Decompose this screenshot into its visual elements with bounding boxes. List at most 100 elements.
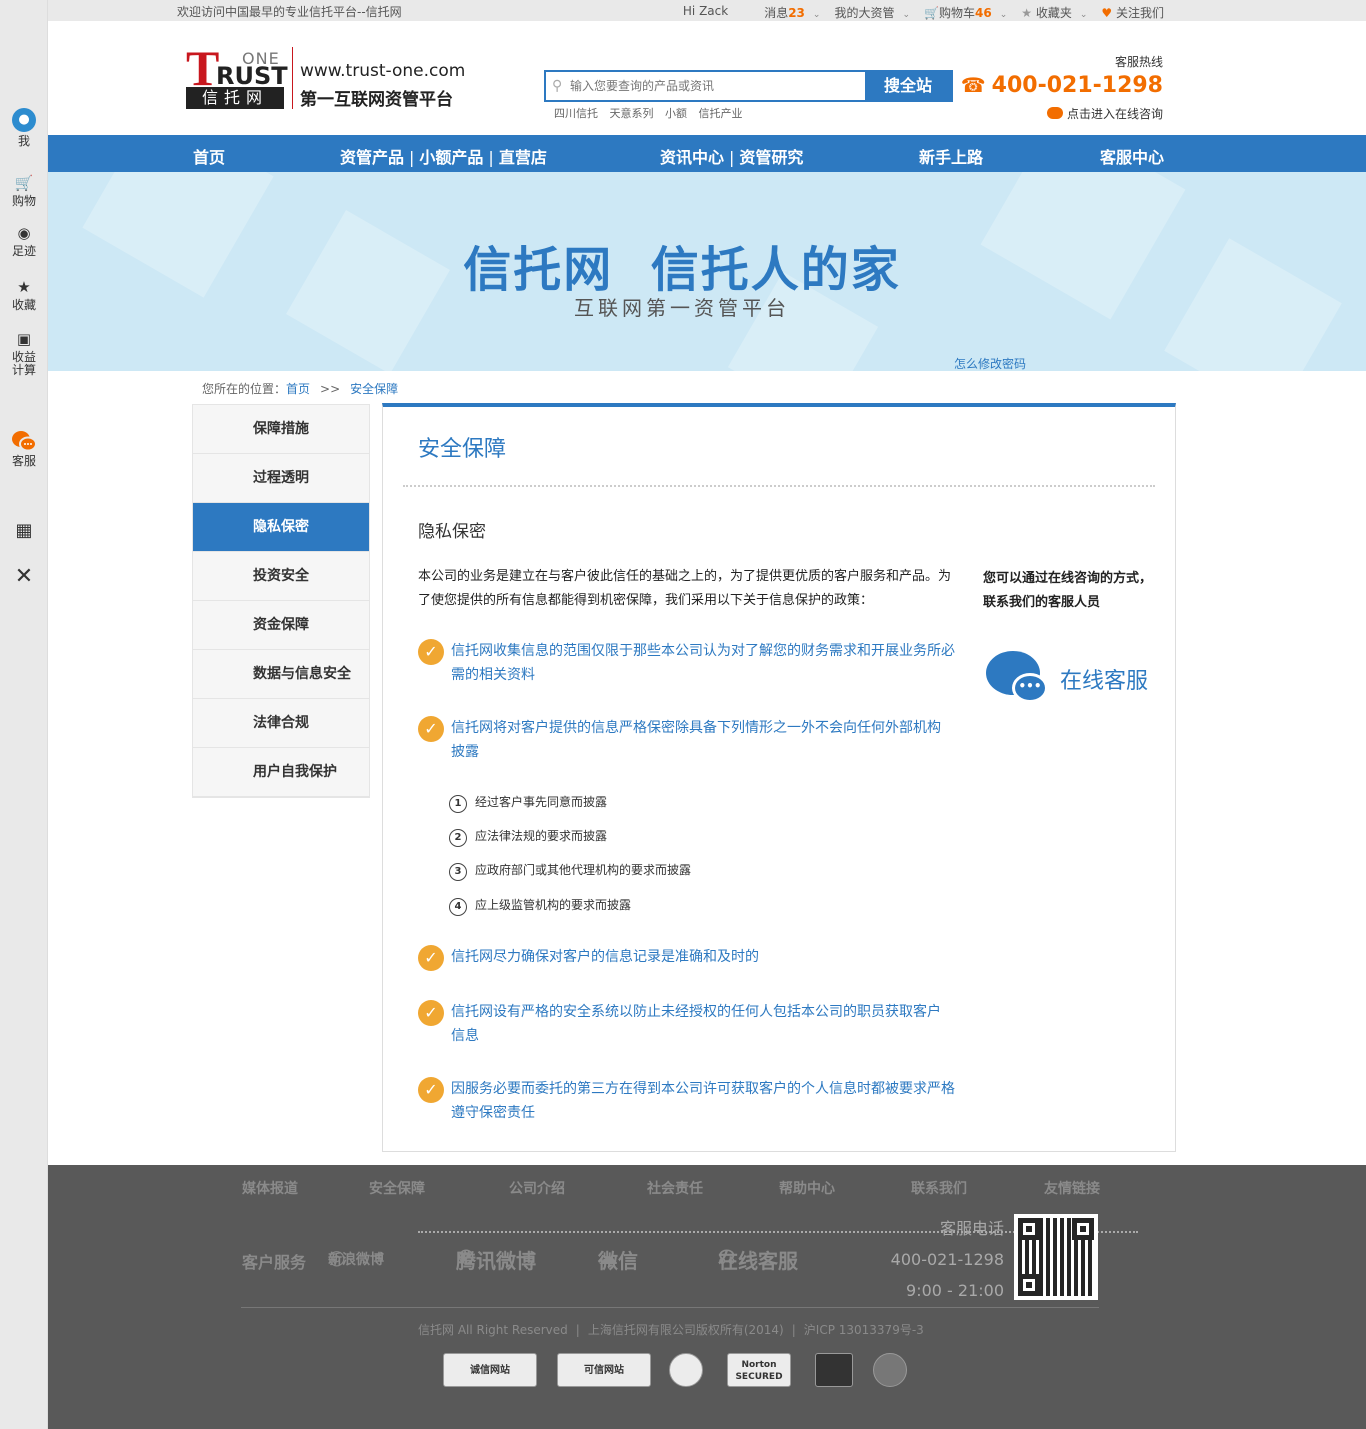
nav-assets[interactable]: 资管产品 — [340, 148, 404, 167]
sidebar-item-service[interactable]: 客服 — [0, 430, 48, 468]
cart-count: 46 — [974, 6, 992, 20]
chevron-down-icon: ⌄ — [902, 10, 911, 20]
follow-us-link[interactable]: ♥ 关注我们 — [1101, 4, 1164, 21]
change-password-link[interactable]: 怎么修改密码 — [954, 355, 1026, 371]
my-assets-link[interactable]: 我的大资管 ⌄ — [834, 4, 910, 21]
trusted-site-badge[interactable]: 可信网站 — [557, 1353, 651, 1387]
site-logo[interactable]: T ONE RUST 信托网 — [186, 40, 288, 109]
norton-badge[interactable]: Norton SECURED — [727, 1353, 791, 1387]
sidebar-item-label: 客服 — [11, 454, 36, 468]
qrcode-image — [1014, 1214, 1098, 1300]
site-footer: 媒体报道 安全保障 公司介绍 社会责任 帮助中心 联系我们 友情链接 客户服务 … — [48, 1165, 1366, 1429]
nav-small[interactable]: 小额产品 — [419, 148, 483, 167]
banner-subtitle: 互联网第一资管平台 — [574, 296, 790, 320]
footer-link[interactable]: 联系我们 — [911, 1178, 967, 1198]
breadcrumb-home[interactable]: 首页 — [286, 382, 310, 396]
check-icon: ✓ — [418, 716, 444, 742]
policy-item: ✓ 信托网设有严格的安全系统以防止未经授权的任何人包括本公司的职员获取客户信息 — [418, 1000, 958, 1048]
nav-direct[interactable]: 直营店 — [499, 148, 547, 167]
footer-link[interactable]: 安全保障 — [369, 1178, 425, 1198]
side-menu-item-active[interactable]: 隐私保密 — [193, 503, 369, 552]
chat-icon — [11, 430, 37, 452]
weibo-link[interactable]: ◎ 新浪微博 — [328, 1245, 384, 1269]
user-greeting[interactable]: Hi Zack — [683, 4, 728, 21]
side-menu-item[interactable]: 数据与信息安全 — [193, 650, 369, 699]
policy-item: ✓ 信托网将对客户提供的信息严格保密除具备下列情形之一外不会向任何外部机构披露 — [418, 716, 958, 764]
search-box: ⚲ 搜全站 — [544, 70, 953, 102]
sidebar-item-calculator[interactable]: ▣ 收益计算 — [0, 330, 48, 377]
breadcrumb-arrow: >> — [320, 382, 341, 396]
star-icon: ★ — [17, 278, 31, 296]
main-nav: 首页 资管产品 | 小额产品 | 直营店 资讯中心 | 资管研究 新手上路 客服中心 — [48, 135, 1366, 172]
side-menu-item[interactable]: 保障措施 — [193, 405, 369, 454]
sidebar-item-favorite[interactable]: ★ 收藏 — [0, 278, 48, 312]
close-icon[interactable]: ✕ — [0, 566, 48, 588]
nav-news[interactable]: 资讯中心 — [660, 148, 724, 167]
nav-home[interactable]: 首页 — [193, 144, 225, 168]
police-badge[interactable] — [815, 1353, 853, 1387]
numbered-text: 经过客户事先同意而披露 — [475, 795, 608, 809]
user-icon: ● — [12, 108, 36, 132]
side-menu-item[interactable]: 资金保障 — [193, 601, 369, 650]
star-icon: ★ — [1021, 6, 1032, 20]
favorites-link[interactable]: ★ 收藏夹 ⌄ — [1021, 4, 1087, 21]
footer-rule — [241, 1307, 1099, 1308]
sidebar-item-footprint[interactable]: ◉ 足迹 — [0, 224, 48, 258]
cart-link[interactable]: 🛒购物车46 ⌄ — [924, 4, 1007, 21]
side-menu-item[interactable]: 用户自我保护 — [193, 748, 369, 797]
search-button[interactable]: 搜全站 — [865, 72, 951, 100]
online-consult-link[interactable]: 点击进入在线咨询 — [1046, 105, 1163, 122]
numbered-item: 1 经过客户事先同意而披露 — [449, 793, 607, 813]
side-menu-item[interactable]: 过程透明 — [193, 454, 369, 503]
policy-item: ✓ 信托网尽力确保对客户的信息记录是准确和及时的 — [418, 945, 958, 971]
icp-text: 沪ICP 13013379号-3 — [803, 1323, 924, 1337]
side-menu-item[interactable]: 法律合规 — [193, 699, 369, 748]
side-menu-item[interactable]: 投资安全 — [193, 552, 369, 601]
check-icon: ✓ — [418, 639, 444, 665]
hot-word-link[interactable]: 天意系列 — [610, 107, 654, 120]
cart-icon: 🛒 — [14, 174, 34, 192]
online-service-footer-label: 在线客服 — [718, 1249, 798, 1273]
online-service-button[interactable]: ••• 在线客服 — [986, 647, 1166, 707]
numbered-item: 2 应法律法规的要求而披露 — [449, 827, 607, 847]
check-icon: ✓ — [418, 1000, 444, 1026]
favorites-label: 收藏夹 — [1035, 6, 1072, 20]
footer-link[interactable]: 友情链接 — [1044, 1178, 1100, 1198]
hot-word-link[interactable]: 信托产业 — [699, 107, 743, 120]
sidebar-item-cart[interactable]: 🛒 购物 — [0, 174, 48, 208]
messages-link[interactable]: 消息23 ⌄ — [764, 4, 820, 21]
hot-word-link[interactable]: 小额 — [665, 107, 687, 120]
credible-site-badge[interactable]: 诚信网站 — [443, 1353, 537, 1387]
heart-icon: ♥ — [1101, 6, 1113, 20]
separator: | — [791, 1323, 796, 1337]
footer-link[interactable]: 公司介绍 — [509, 1178, 565, 1198]
search-input[interactable] — [570, 76, 860, 96]
qrcode-icon[interactable]: ▦ — [0, 522, 48, 540]
hot-word-link[interactable]: 四川信托 — [554, 107, 598, 120]
messages-label: 消息 — [764, 6, 789, 20]
numbered-item: 4 应上级监管机构的要求而披露 — [449, 896, 631, 916]
nav-newbie[interactable]: 新手上路 — [919, 144, 983, 168]
banner-title: 信托网 信托人的家 — [463, 242, 901, 298]
logo-cn: 信托网 — [186, 87, 284, 109]
online-service-label: 在线客服 — [1060, 669, 1149, 694]
follow-label: 关注我们 — [1115, 6, 1164, 20]
seal-badge[interactable] — [669, 1353, 703, 1387]
numbered-text: 应法律法规的要求而披露 — [475, 829, 608, 843]
messages-count: 23 — [788, 6, 805, 20]
logo-t: T — [186, 40, 220, 96]
breadcrumb-current[interactable]: 安全保障 — [350, 382, 398, 396]
footer-link[interactable]: 社会责任 — [647, 1178, 703, 1198]
wechat-label: 微信 — [598, 1249, 638, 1273]
policy-item: ✓ 信托网收集信息的范围仅限于那些本公司认为对了解您的财务需求和开展业务所必需的… — [418, 639, 958, 687]
nav-service[interactable]: 客服中心 — [1100, 144, 1164, 168]
footer-link[interactable]: 帮助中心 — [779, 1178, 835, 1198]
nav-research[interactable]: 资管研究 — [739, 148, 803, 167]
sidebar-item-me[interactable]: ● 我 — [0, 108, 48, 148]
company-text: 上海信托网有限公司版权所有(2014) — [587, 1323, 784, 1337]
numbered-text: 应上级监管机构的要求而披露 — [475, 898, 632, 912]
emblem-badge[interactable] — [873, 1353, 907, 1387]
footer-link[interactable]: 媒体报道 — [242, 1178, 298, 1198]
qrcode-finder — [1018, 1218, 1040, 1240]
breadcrumb-prefix: 您所在的位置： — [202, 382, 287, 396]
